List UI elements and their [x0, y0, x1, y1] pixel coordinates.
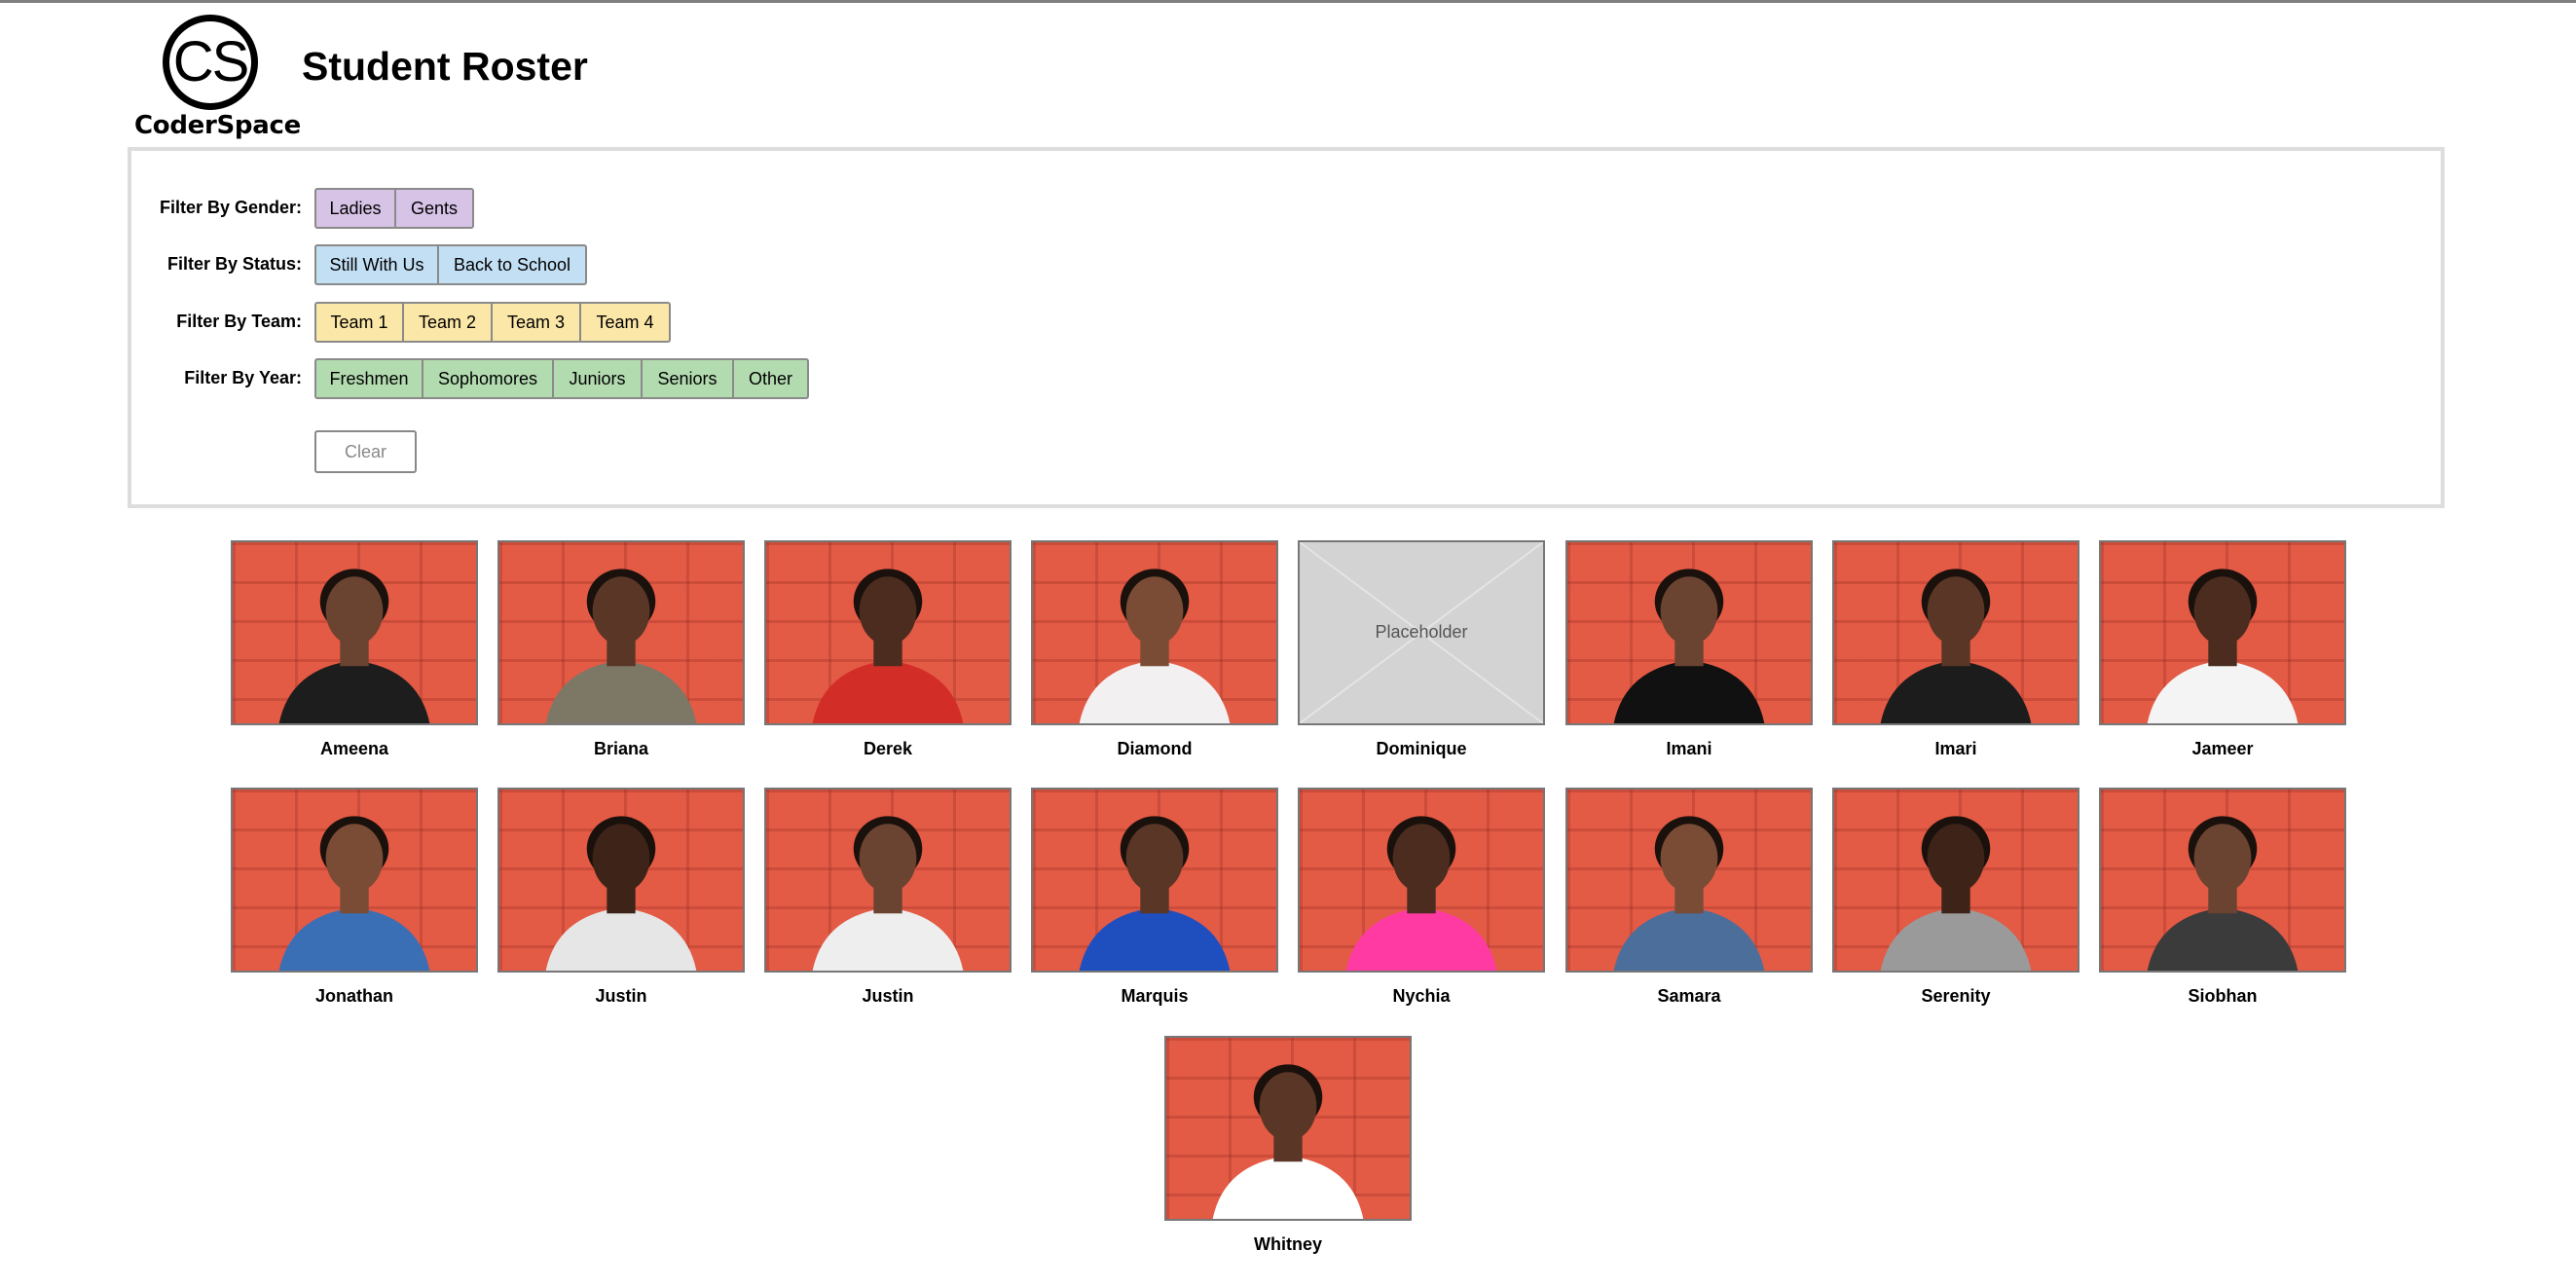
filter-team-button-team-1[interactable]: Team 1 — [314, 302, 404, 343]
student-portrait-icon — [1212, 1064, 1364, 1219]
filter-status-button-back-to-school[interactable]: Back to School — [439, 244, 587, 285]
student-card[interactable]: Justin — [497, 788, 745, 1007]
student-card[interactable]: Briana — [497, 540, 745, 759]
student-name: Derek — [863, 739, 913, 758]
filter-group-status: Still With Us Back to School — [314, 244, 587, 285]
student-name: Whitney — [1254, 1234, 1322, 1254]
student-card[interactable]: Derek — [764, 540, 1012, 759]
student-photo[interactable] — [2099, 540, 2346, 725]
filter-label-gender: Filter By Gender: — [159, 198, 302, 217]
filter-year-button-sophomores[interactable]: Sophomores — [423, 358, 554, 399]
student-portrait-icon — [1880, 569, 2032, 723]
student-name: Siobhan — [2188, 986, 2258, 1006]
student-photo[interactable] — [231, 540, 478, 725]
student-portrait-icon — [2147, 816, 2299, 971]
student-portrait-icon — [1079, 569, 1231, 723]
student-card[interactable]: Diamond — [1031, 540, 1278, 759]
student-portrait-icon — [1345, 816, 1497, 971]
student-photo[interactable] — [1565, 788, 1813, 973]
filter-year-button-other[interactable]: Other — [734, 358, 809, 399]
student-name: Samara — [1657, 986, 1721, 1006]
logo-text: CoderSpace — [134, 111, 301, 140]
student-photo[interactable] — [497, 788, 745, 973]
student-name: Diamond — [1117, 739, 1193, 758]
filter-team-button-team-4[interactable]: Team 4 — [581, 302, 671, 343]
student-card[interactable]: Nychia — [1298, 788, 1545, 1007]
cs-logo-icon: CS — [163, 15, 258, 110]
student-portrait-icon — [812, 569, 964, 723]
student-portrait-icon — [1613, 816, 1765, 971]
page-title: Student Roster — [302, 44, 588, 89]
student-card[interactable]: Jonathan — [231, 788, 478, 1007]
filter-panel: Filter By Gender: Ladies Gents Filter By … — [128, 147, 2445, 508]
student-name: Justin — [595, 986, 647, 1006]
student-photo[interactable] — [1298, 788, 1545, 973]
clear-button[interactable]: Clear — [314, 430, 417, 473]
student-portrait-icon — [1613, 569, 1765, 723]
filter-gender-button-gents[interactable]: Gents — [396, 188, 474, 229]
student-card[interactable]: Imani — [1565, 540, 1813, 759]
filter-label-status: Filter By Status: — [166, 254, 302, 274]
student-card[interactable]: Imari — [1832, 540, 2079, 759]
student-photo[interactable] — [764, 540, 1012, 725]
student-photo[interactable] — [2099, 788, 2346, 973]
student-card[interactable]: Serenity — [1832, 788, 2079, 1007]
student-name: Jameer — [2191, 739, 2254, 758]
student-name: Briana — [593, 739, 649, 758]
student-name: Justin — [862, 986, 914, 1006]
student-name: Jonathan — [314, 986, 393, 1006]
student-card[interactable]: Justin — [764, 788, 1012, 1007]
student-portrait-icon — [1880, 816, 2032, 971]
student-card[interactable]: Samara — [1565, 788, 1813, 1007]
filter-group-team: Team 1 Team 2 Team 3 Team 4 — [314, 302, 671, 343]
student-name: Ameena — [319, 739, 389, 758]
filter-gender-button-ladies[interactable]: Ladies — [314, 188, 396, 229]
filter-year-button-juniors[interactable]: Juniors — [554, 358, 643, 399]
placeholder-photo[interactable]: Placeholder — [1298, 540, 1545, 725]
student-portrait-icon — [1079, 816, 1231, 971]
student-photo[interactable] — [1565, 540, 1813, 725]
student-portrait-icon — [812, 816, 964, 971]
student-portrait-icon — [278, 816, 430, 971]
student-name: Marquis — [1121, 986, 1189, 1006]
filter-year-button-seniors[interactable]: Seniors — [643, 358, 734, 399]
student-card[interactable]: Ameena — [231, 540, 478, 759]
filter-team-button-team-2[interactable]: Team 2 — [404, 302, 493, 343]
filter-year-button-freshmen[interactable]: Freshmen — [314, 358, 423, 399]
student-name: Serenity — [1921, 986, 1991, 1006]
student-card[interactable]: Siobhan — [2099, 788, 2346, 1007]
student-photo[interactable] — [764, 788, 1012, 973]
student-name: Dominique — [1376, 739, 1467, 758]
student-photo[interactable] — [231, 788, 478, 973]
student-photo[interactable] — [1031, 540, 1278, 725]
student-portrait-icon — [2147, 569, 2299, 723]
placeholder-text: Placeholder — [1375, 622, 1468, 642]
filter-label-team: Filter By Team: — [176, 312, 302, 331]
filter-team-button-team-3[interactable]: Team 3 — [493, 302, 581, 343]
student-card[interactable]: Jameer — [2099, 540, 2346, 759]
filter-group-gender: Ladies Gents — [314, 188, 474, 229]
student-portrait-icon — [278, 569, 430, 723]
student-portrait-icon — [545, 816, 697, 971]
student-name: Imani — [1666, 739, 1712, 758]
student-portrait-icon — [545, 569, 697, 723]
student-photo[interactable] — [1164, 1036, 1412, 1221]
filter-label-year: Filter By Year: — [184, 368, 302, 387]
student-card[interactable]: Whitney — [1164, 1036, 1412, 1255]
student-card[interactable]: Placeholder Dominique — [1298, 540, 1545, 759]
student-photo[interactable] — [1832, 540, 2079, 725]
student-card[interactable]: Marquis — [1031, 788, 1278, 1007]
filter-status-button-still-with-us[interactable]: Still With Us — [314, 244, 439, 285]
coderspace-logo[interactable]: CS CoderSpace — [134, 15, 301, 141]
student-photo[interactable] — [497, 540, 745, 725]
student-photo[interactable] — [1031, 788, 1278, 973]
student-photo[interactable] — [1832, 788, 2079, 973]
student-name: Imari — [1934, 739, 1977, 758]
student-name: Nychia — [1392, 986, 1451, 1006]
filter-group-year: Freshmen Sophomores Juniors Seniors Other — [314, 358, 809, 399]
